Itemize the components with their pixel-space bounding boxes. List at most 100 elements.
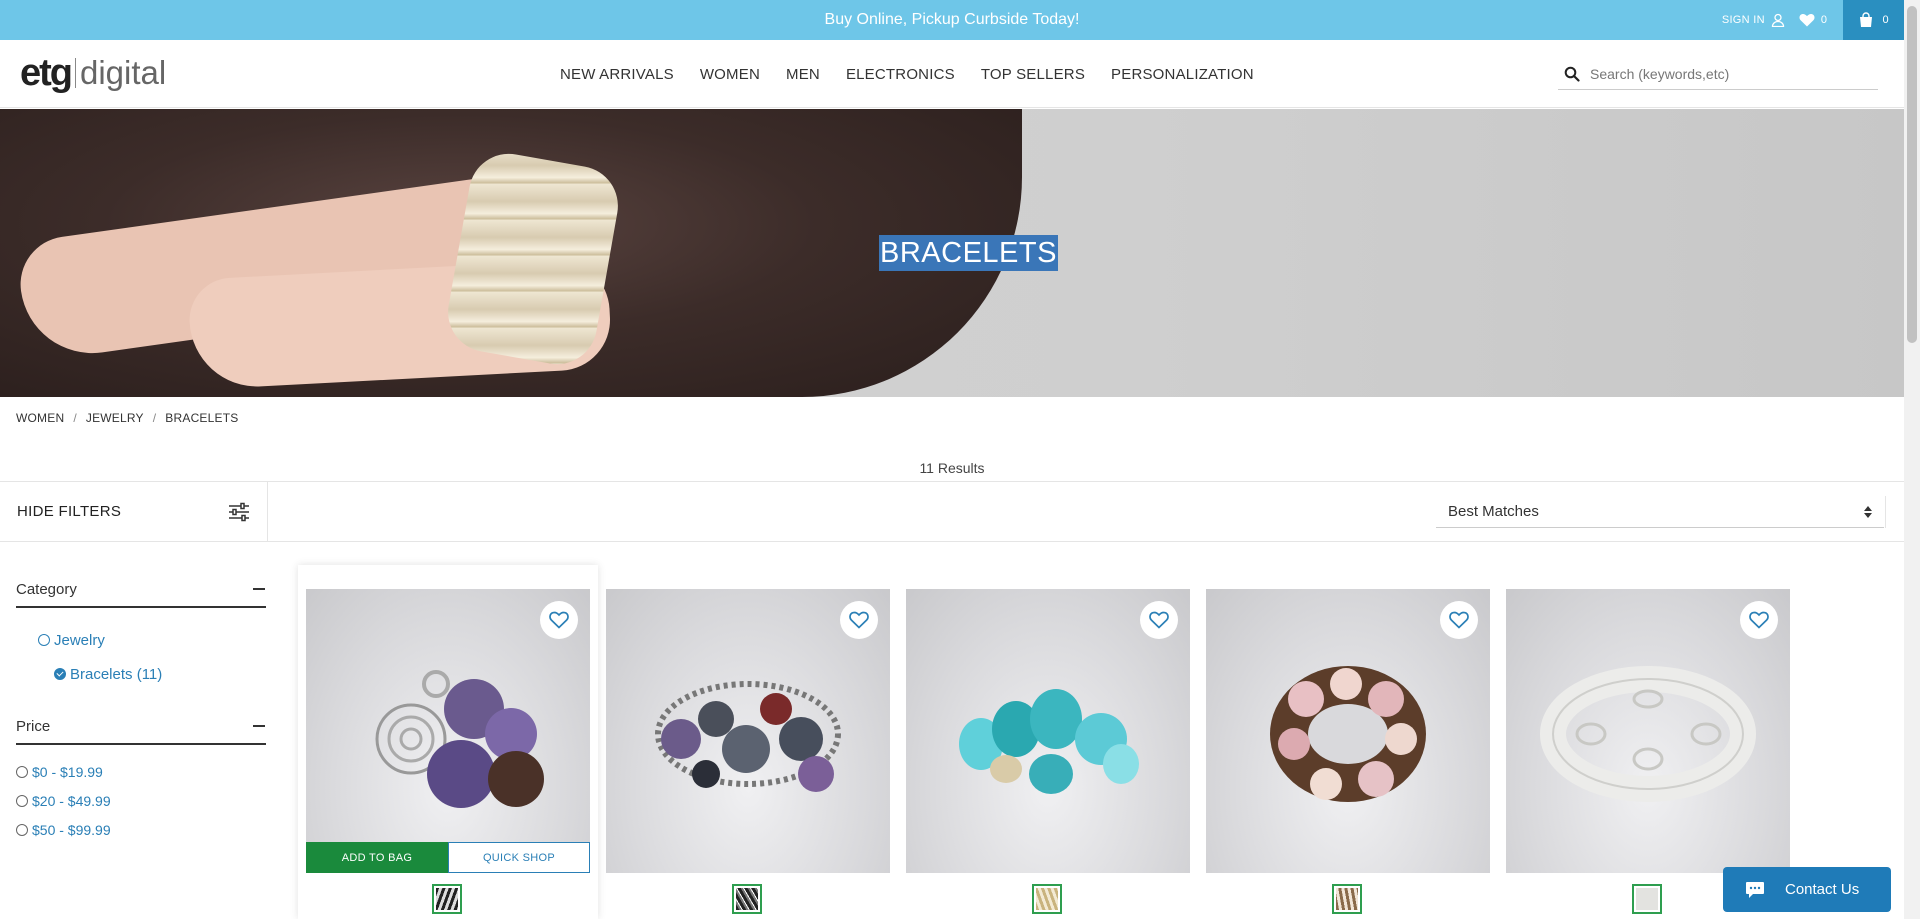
nav-electronics[interactable]: ELECTRONICS [846,66,955,83]
sort-arrows-icon [1864,505,1872,518]
heart-icon [849,611,869,629]
wishlist-link[interactable]: 0 [1799,13,1827,27]
search-box [1558,58,1878,90]
nav-new-arrivals[interactable]: NEW ARRIVALS [560,66,674,83]
color-swatch[interactable] [1032,884,1062,914]
search-icon[interactable] [1564,66,1580,82]
chat-label: Contact Us [1785,881,1860,898]
results-count: 11 Results [919,460,985,476]
chat-bubble-icon [1746,881,1764,898]
filter-toolbar: HIDE FILTERS Best Matches [0,481,1904,542]
breadcrumb-separator: / [73,411,77,425]
radio-button[interactable] [16,794,28,807]
collapse-icon [253,588,265,590]
product-card[interactable]: ADD TO BAG QUICK SHOP [306,589,590,914]
collapse-icon [253,725,265,727]
heart-icon [1149,611,1169,629]
color-swatch[interactable] [1332,884,1362,914]
facet-price-list: $0 - $19.99 $20 - $49.99 $50 - $99.99 [16,745,266,862]
color-swatch[interactable] [732,884,762,914]
check-circle-icon [54,668,66,680]
shopping-bag-icon [1860,12,1873,27]
account-tools: SIGN IN 0 0 [1722,0,1904,40]
logo-mark: etg [20,51,73,94]
sliders-icon [229,502,249,521]
sign-in-link[interactable]: SIGN IN [1722,13,1785,27]
facet-price-title: Price [16,717,51,735]
product-image[interactable] [1506,589,1790,873]
heart-icon [549,611,569,629]
price-option-0-19[interactable]: $0 - $19.99 [16,757,266,786]
contact-us-chat-button[interactable]: Contact Us [1723,867,1891,912]
price-option-label: $20 - $49.99 [32,792,111,809]
product-image[interactable] [1206,589,1490,873]
nav-personalization[interactable]: PERSONALIZATION [1111,66,1254,83]
search-input[interactable] [1590,65,1860,82]
wishlist-button[interactable] [1440,601,1478,639]
facet-category-list: Jewelry Bracelets (11) [16,608,266,709]
nav-top-sellers[interactable]: TOP SELLERS [981,66,1085,83]
breadcrumb-separator: / [152,411,157,425]
user-icon [1771,13,1785,27]
color-swatch[interactable] [1632,884,1662,914]
category-hero-banner: BRACELETS [0,109,1904,397]
sort-select[interactable]: Best Matches [1436,496,1884,528]
hide-filters-label: HIDE FILTERS [17,503,122,520]
scrollbar-thumb[interactable] [1907,6,1917,343]
breadcrumb: WOMEN / JEWELRY / BRACELETS [16,411,238,425]
product-card[interactable] [1506,589,1790,914]
category-title: BRACELETS [879,235,1058,271]
site-logo[interactable]: etg digital [20,52,166,94]
heart-icon [1449,611,1469,629]
sort-selected-value: Best Matches [1448,503,1539,520]
wishlist-button[interactable] [840,601,878,639]
sign-in-label: SIGN IN [1721,14,1765,26]
promo-text[interactable]: Buy Online, Pickup Curbside Today! [0,0,1904,40]
site-header: etg digital NEW ARRIVALS WOMEN MEN ELECT… [0,40,1904,108]
product-card[interactable] [906,589,1190,914]
product-card[interactable] [606,589,890,914]
facet-option-jewelry[interactable]: Jewelry [16,623,266,657]
product-image[interactable] [606,589,890,873]
cart-button[interactable]: 0 [1843,0,1904,40]
wishlist-button[interactable] [1740,601,1778,639]
page-scrollbar[interactable] [1904,0,1920,919]
radio-icon [38,634,50,646]
logo-divider [75,58,76,88]
price-option-20-49[interactable]: $20 - $49.99 [16,786,266,815]
breadcrumb-bracelets[interactable]: BRACELETS [165,411,238,425]
product-image[interactable]: ADD TO BAG QUICK SHOP [306,589,590,873]
facet-price-header[interactable]: Price [16,709,266,745]
facet-option-label: Jewelry [54,631,105,649]
hide-filters-button[interactable]: HIDE FILTERS [0,482,268,541]
color-swatch[interactable] [432,884,462,914]
product-image[interactable] [906,589,1190,873]
radio-button[interactable] [16,765,28,778]
radio-button[interactable] [16,823,28,836]
logo-wordmark: digital [80,54,167,91]
facet-category-title: Category [16,580,77,598]
wishlist-count: 0 [1820,14,1827,26]
facet-category-header[interactable]: Category [16,572,266,608]
wishlist-button[interactable] [1140,601,1178,639]
cart-count: 0 [1882,14,1889,26]
product-actions: ADD TO BAG QUICK SHOP [306,842,590,873]
sort-container: Best Matches [1418,496,1886,528]
facet-option-bracelets[interactable]: Bracelets (11) [16,657,266,691]
add-to-bag-button[interactable]: ADD TO BAG [306,842,448,873]
heart-icon [1799,13,1815,27]
quick-shop-button[interactable]: QUICK SHOP [448,842,590,873]
nav-men[interactable]: MEN [786,66,820,83]
heart-icon [1749,611,1769,629]
filter-sidebar: Category Jewelry Bracelets (11) Price $0… [16,572,266,862]
nav-women[interactable]: WOMEN [700,66,760,83]
main-nav: NEW ARRIVALS WOMEN MEN ELECTRONICS TOP S… [560,40,1280,108]
product-card[interactable] [1206,589,1490,914]
promo-bar: Buy Online, Pickup Curbside Today! SIGN … [0,0,1904,40]
price-option-label: $0 - $19.99 [32,763,103,780]
breadcrumb-jewelry[interactable]: JEWELRY [86,411,144,425]
price-option-label: $50 - $99.99 [32,821,111,838]
wishlist-button[interactable] [540,601,578,639]
breadcrumb-women[interactable]: WOMEN [16,411,64,425]
price-option-50-99[interactable]: $50 - $99.99 [16,815,266,844]
